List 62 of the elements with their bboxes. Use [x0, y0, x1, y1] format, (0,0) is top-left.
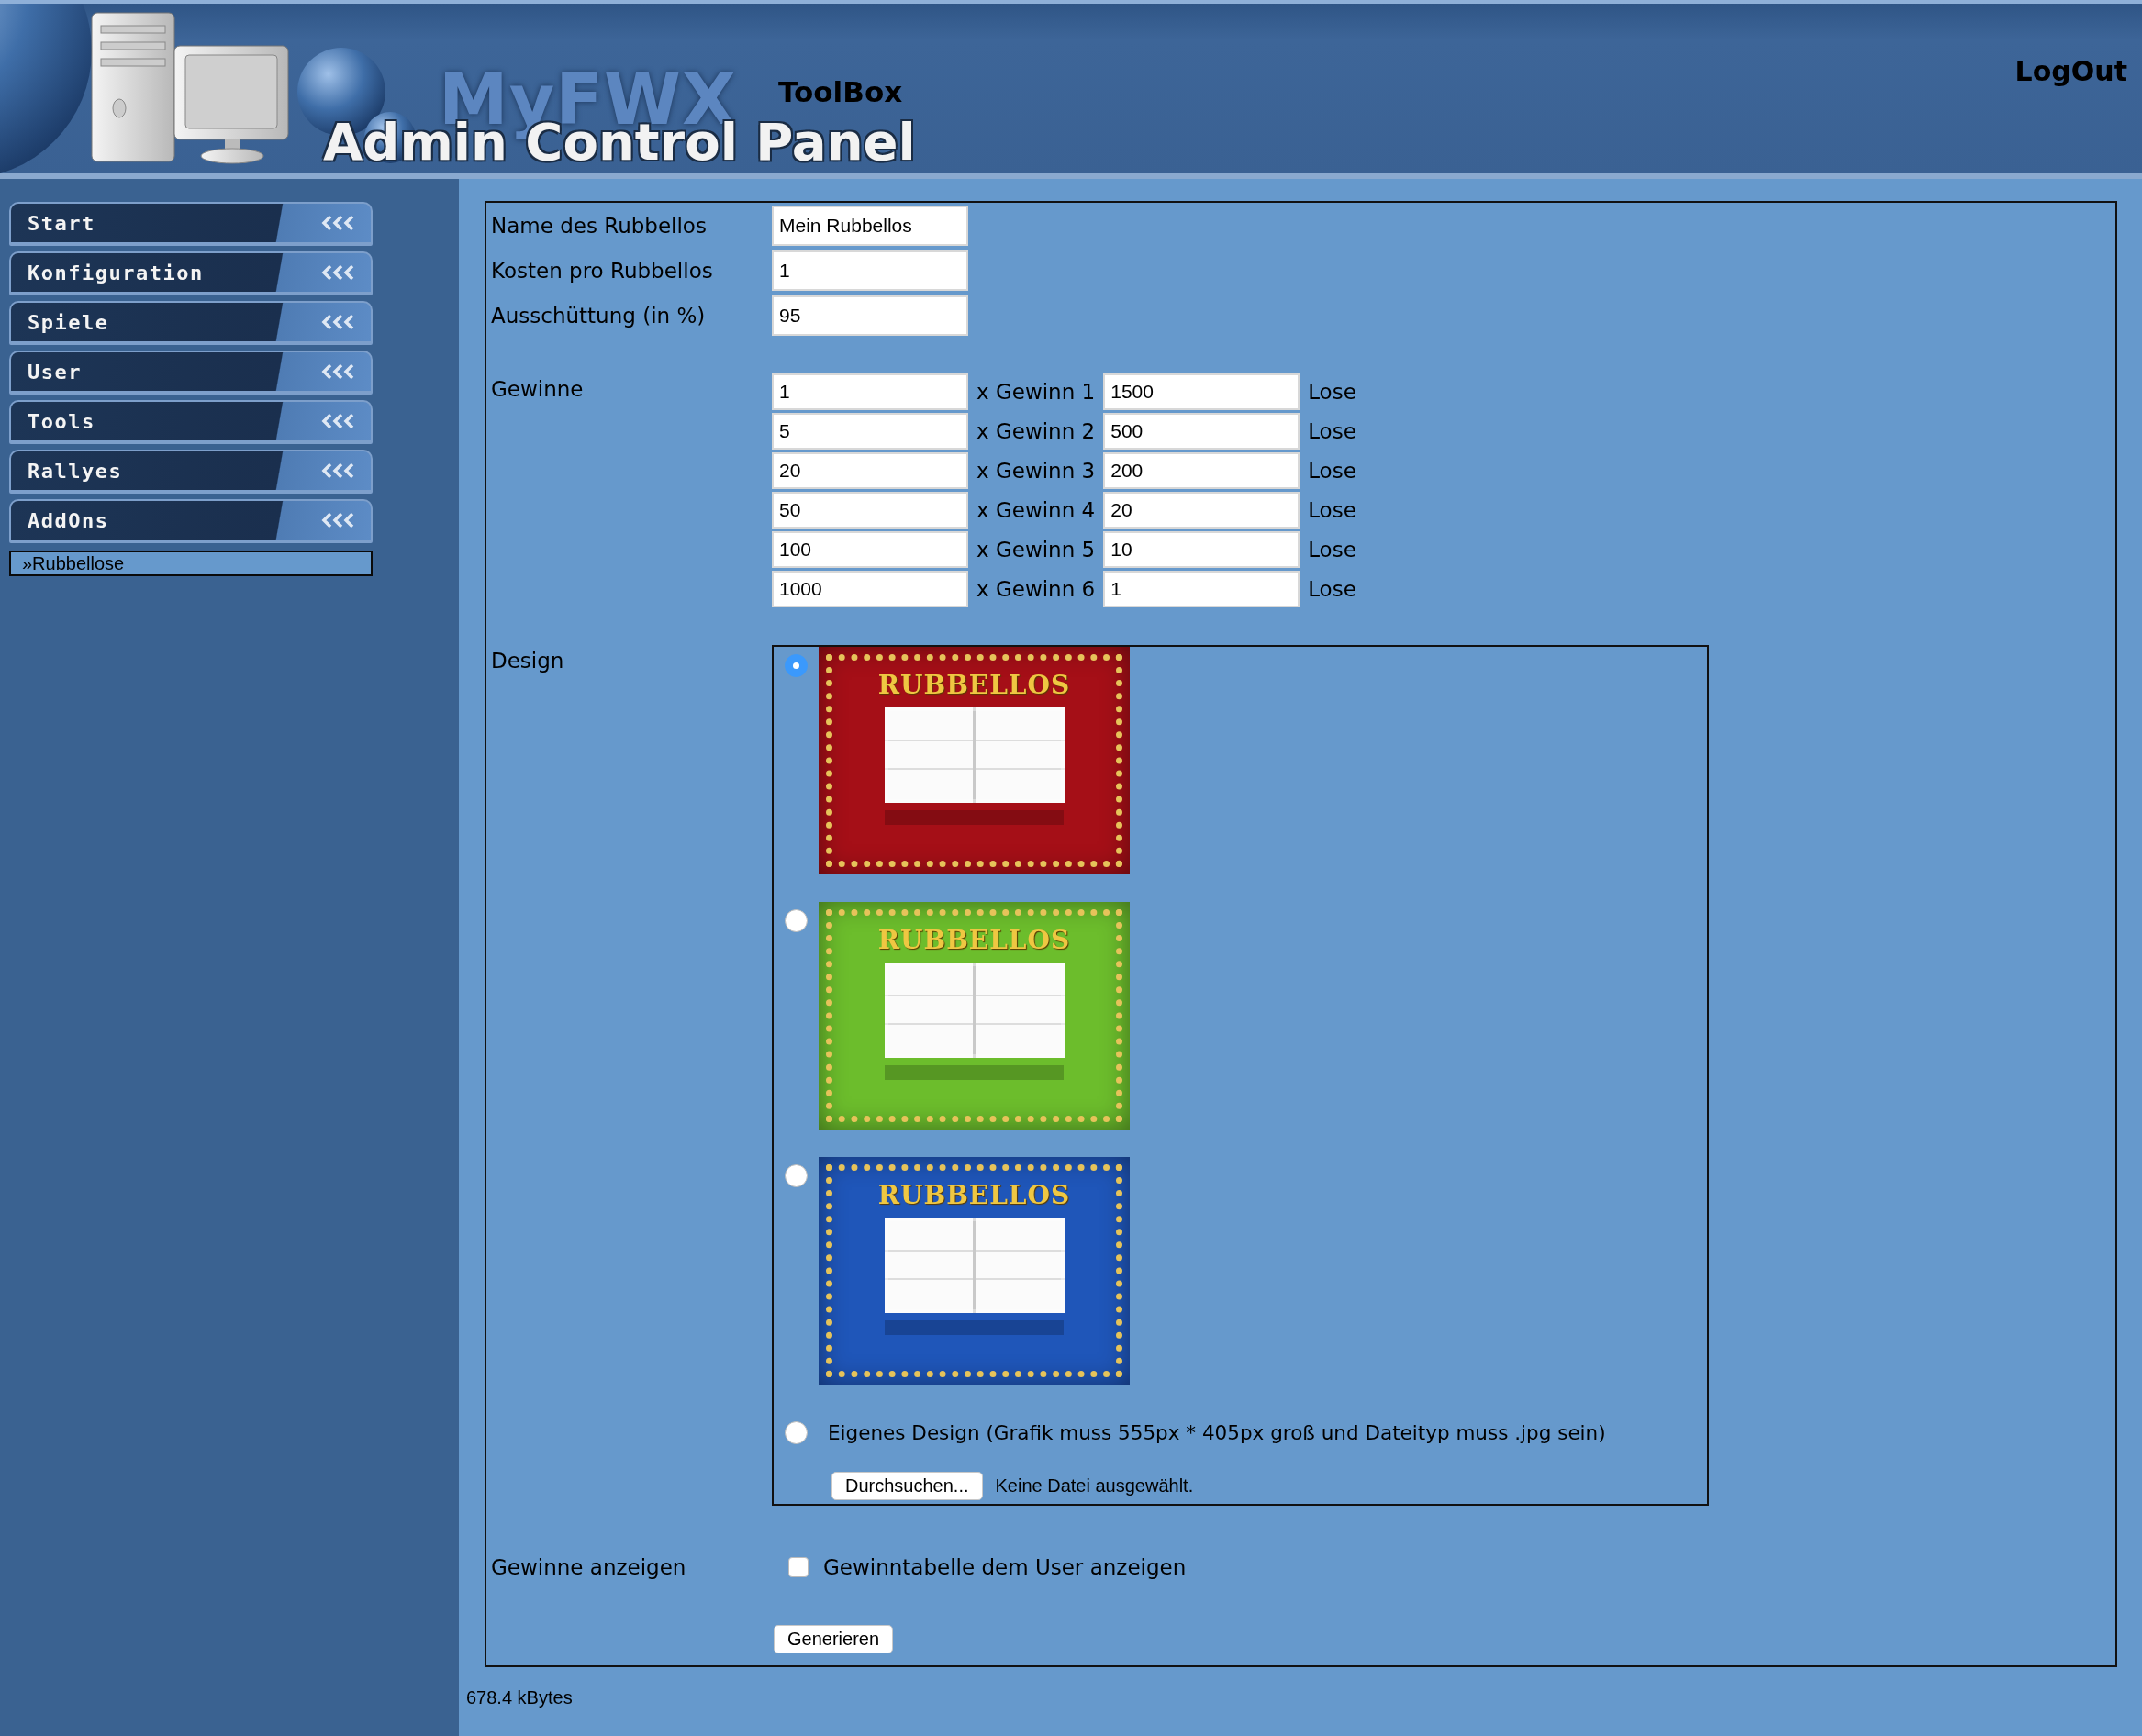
tickets-field[interactable]: 1 [1103, 571, 1300, 607]
radio-button[interactable] [785, 1421, 808, 1444]
unit-label: Lose [1308, 498, 1356, 522]
radio-button[interactable] [785, 909, 808, 932]
count-field[interactable]: 1000 [772, 571, 968, 607]
chevrons-icon [321, 462, 356, 479]
unit-label: Lose [1308, 538, 1356, 562]
tickets-field[interactable]: 1500 [1103, 373, 1300, 410]
count-field[interactable]: 100 [772, 531, 968, 568]
prize-label: x Gewinn 3 [976, 459, 1096, 483]
prize-label: x Gewinn 1 [976, 380, 1096, 404]
checkbox-label: Gewinntabelle dem User anzeigen [823, 1555, 1187, 1579]
chevrons-icon [321, 413, 356, 429]
card-title: RUBBELLOS [877, 1180, 1071, 1210]
field-label: Ausschüttung (in %) [491, 303, 707, 329]
chevrons-icon [321, 314, 356, 330]
page-size-text: 678.4 kBytes [466, 1687, 574, 1708]
unit-label: Lose [1308, 380, 1356, 404]
chevrons-icon [321, 363, 356, 380]
unit-label: Lose [1308, 577, 1356, 601]
nav-button[interactable]: Konfiguration [9, 251, 373, 295]
unit-label: Lose [1308, 459, 1356, 483]
text-field[interactable]: Mein Rubbellos [772, 206, 968, 246]
chevrons-icon [321, 512, 356, 529]
tickets-field[interactable]: 200 [1103, 452, 1300, 489]
prize-label: x Gewinn 6 [976, 577, 1096, 601]
field-label: Gewinne [491, 376, 585, 403]
option-label: Eigenes Design (Grafik muss 555px * 405px groß und Dateityp muss .jpg sein) [828, 1421, 1607, 1444]
browse-button[interactable]: Durchsuchen... [831, 1472, 983, 1500]
radio-button[interactable] [785, 1164, 808, 1187]
card-title: RUBBELLOS [877, 925, 1071, 955]
checkbox[interactable] [788, 1557, 809, 1577]
count-field[interactable]: 50 [772, 492, 968, 529]
card-title: RUBBELLOS [877, 670, 1071, 700]
submenu-link[interactable]: »Rubbellose [9, 551, 373, 576]
text-field[interactable]: 1 [772, 250, 968, 291]
nav-button[interactable]: Start [9, 202, 373, 246]
file-status: Keine Datei ausgewählt. [995, 1475, 1194, 1497]
field-label: Design [491, 648, 565, 674]
count-field[interactable]: 1 [772, 373, 968, 410]
field-label: Name des Rubbellos [491, 213, 708, 239]
prize-label: x Gewinn 5 [976, 538, 1096, 562]
nav-button[interactable]: Rallyes [9, 450, 373, 494]
field-label: Gewinne anzeigen [491, 1554, 687, 1581]
generate-button[interactable]: Generieren [774, 1625, 894, 1653]
unit-label: Lose [1308, 419, 1356, 443]
radio-button[interactable] [785, 654, 808, 677]
nav-button[interactable]: Spiele [9, 301, 373, 345]
text-field[interactable]: 95 [772, 295, 968, 336]
chevrons-icon [321, 264, 356, 281]
prize-label: x Gewinn 4 [976, 498, 1096, 522]
tickets-field[interactable]: 500 [1103, 413, 1300, 450]
field-label: Kosten pro Rubbellos [491, 258, 714, 284]
count-field[interactable]: 5 [772, 413, 968, 450]
tickets-field[interactable]: 10 [1103, 531, 1300, 568]
count-field[interactable]: 20 [772, 452, 968, 489]
nav-button[interactable]: Tools [9, 400, 373, 444]
prize-label: x Gewinn 2 [976, 419, 1096, 443]
nav-button[interactable]: User [9, 351, 373, 395]
chevrons-icon [321, 215, 356, 231]
nav-button[interactable]: AddOns [9, 499, 373, 543]
tickets-field[interactable]: 20 [1103, 492, 1300, 529]
